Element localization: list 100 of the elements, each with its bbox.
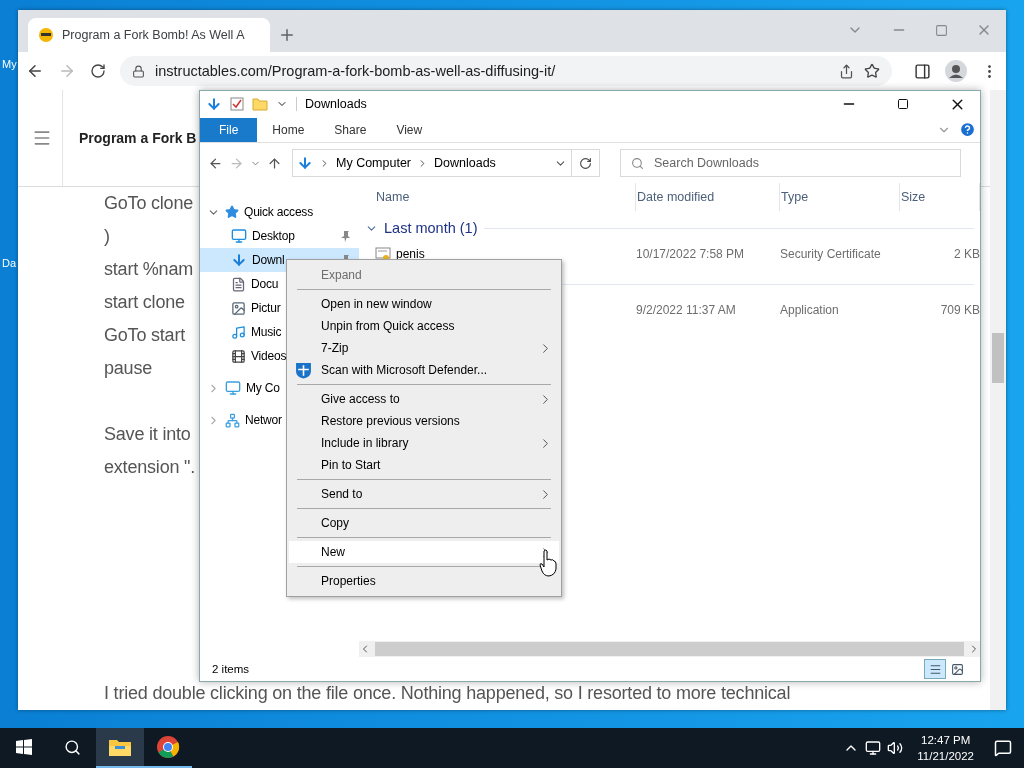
refresh-icon <box>579 156 592 170</box>
back-icon[interactable] <box>208 155 223 171</box>
code-line: start %nam <box>104 258 194 281</box>
search-icon <box>631 156 644 170</box>
menu-item[interactable]: Pin to Start <box>289 454 559 476</box>
column-header[interactable]: Date modified <box>636 183 780 211</box>
table-cell-text: 10/17/2022 7:58 PM <box>636 247 746 261</box>
checklist-icon[interactable] <box>230 97 244 111</box>
group-header[interactable]: Last month (1) <box>384 220 478 236</box>
scrollbar[interactable] <box>359 641 980 657</box>
star-icon <box>225 205 239 219</box>
article-title: Program a Fork B <box>79 130 197 146</box>
nav-label: Desktop <box>252 229 295 243</box>
profile-icon[interactable] <box>945 60 967 82</box>
table-cell-text: Application <box>780 303 840 317</box>
address-bar[interactable]: instructables.com/Program-a-fork-bomb-as-well-as-diffusing-it/ <box>120 56 892 86</box>
code-line: GoTo start <box>104 324 186 347</box>
help-icon[interactable] <box>959 121 976 138</box>
search-icon <box>63 738 81 756</box>
paragraph: I tried double clicking on the file once. Nothing happened, so I resorted to more technical <box>104 682 791 704</box>
nav-label: Pictur <box>251 301 281 315</box>
code-line: start clone <box>104 291 185 314</box>
menu-item[interactable]: Give access to <box>289 388 559 410</box>
nav-label: Videos <box>251 349 287 363</box>
desktop-icon <box>231 228 247 244</box>
nav-label: Quick access <box>244 205 313 219</box>
address-bar[interactable]: My Computer Downloads <box>292 149 572 177</box>
bookmark-icon[interactable] <box>864 63 880 79</box>
breadcrumb-item[interactable]: Downloads <box>434 156 496 170</box>
film-icon <box>231 348 246 364</box>
window-title: Downloads <box>296 97 818 111</box>
desktop-icon-label[interactable]: Da <box>2 257 17 269</box>
scroll-thumb[interactable] <box>375 642 964 656</box>
table-cell-text: Security Certificate <box>780 247 882 261</box>
menu-icon[interactable] <box>32 128 52 148</box>
nav-item[interactable]: Desktop <box>200 224 359 248</box>
ribbon-tab[interactable]: Home <box>257 117 320 142</box>
menu-item[interactable]: Properties <box>289 570 559 592</box>
scrollbar[interactable] <box>990 90 1006 710</box>
details-view-button[interactable] <box>924 659 946 679</box>
menu-item[interactable]: Scan with Microsoft Defender... <box>289 359 559 381</box>
breadcrumb-item[interactable]: My Computer <box>336 156 412 170</box>
new-tab-icon[interactable] <box>278 26 296 44</box>
share-icon[interactable] <box>839 63 854 79</box>
nav-label: Music <box>251 325 282 339</box>
network-icon[interactable] <box>865 740 882 756</box>
desktop-icon-label[interactable]: My <box>2 58 17 70</box>
column-header[interactable]: Name <box>375 183 636 211</box>
up-icon[interactable] <box>267 155 282 171</box>
image-icon <box>950 662 964 676</box>
list-icon <box>928 662 942 676</box>
document-icon <box>231 276 246 292</box>
menu-item[interactable]: Open in new window <box>289 293 559 315</box>
code-line: Save it into <box>104 423 191 446</box>
nav-item[interactable]: Quick access <box>200 200 359 224</box>
folder-icon <box>108 737 132 757</box>
menu-item[interactable]: 7-Zip <box>289 337 559 359</box>
code-line: ) <box>104 225 110 248</box>
code-line: extension ". <box>104 456 196 479</box>
menu-item[interactable]: Include in library <box>289 432 559 454</box>
nav-label: Docu <box>251 277 279 291</box>
music-icon <box>231 324 246 340</box>
nav-label: Downl <box>252 253 285 267</box>
picture-icon <box>231 300 246 316</box>
favicon-icon <box>38 27 54 43</box>
chrome-icon <box>156 735 180 759</box>
search-field[interactable]: Search Downloads <box>620 149 961 177</box>
table-cell-text: 709 KB <box>939 303 980 317</box>
refresh-button[interactable] <box>572 149 600 177</box>
menu-item[interactable]: Send to <box>289 483 559 505</box>
lock-icon <box>132 64 145 78</box>
nav-label: My Co <box>246 381 280 395</box>
menu-item[interactable]: Unpin from Quick access <box>289 315 559 337</box>
table-cell-text: 9/2/2022 11:37 AM <box>636 303 737 317</box>
reload-icon[interactable] <box>90 63 106 79</box>
maximize-icon[interactable] <box>897 98 909 110</box>
item-count: 2 items <box>212 663 251 675</box>
menu-item[interactable]: New <box>289 541 559 563</box>
download-icon <box>231 252 247 268</box>
clock[interactable]: 12:47 PM 11/21/2022 <box>917 732 974 764</box>
network-icon <box>225 412 240 428</box>
volume-icon[interactable] <box>887 740 904 756</box>
browser-tab[interactable]: Program a Fork Bomb! As Well A <box>28 18 270 52</box>
taskbar-app[interactable] <box>96 728 144 768</box>
menu-item[interactable]: Copy <box>289 512 559 534</box>
hand-cursor-icon <box>539 549 557 577</box>
side-panel-icon[interactable] <box>914 62 931 80</box>
menu-item[interactable]: Restore previous versions <box>289 410 559 432</box>
download-icon <box>297 155 313 171</box>
table-cell-text: 2 KB <box>953 247 980 261</box>
ribbon-tab[interactable]: Share <box>319 117 382 142</box>
notification-icon[interactable] <box>994 739 1012 757</box>
column-header[interactable]: Type <box>780 183 900 211</box>
code-line: pause <box>104 357 153 380</box>
back-icon[interactable] <box>26 62 44 80</box>
windows-logo-icon <box>16 739 32 755</box>
ribbon-tab[interactable]: View <box>381 117 438 142</box>
file-name[interactable]: penis <box>396 247 425 261</box>
scroll-thumb[interactable] <box>992 333 1004 383</box>
column-header[interactable]: Size <box>900 183 980 211</box>
